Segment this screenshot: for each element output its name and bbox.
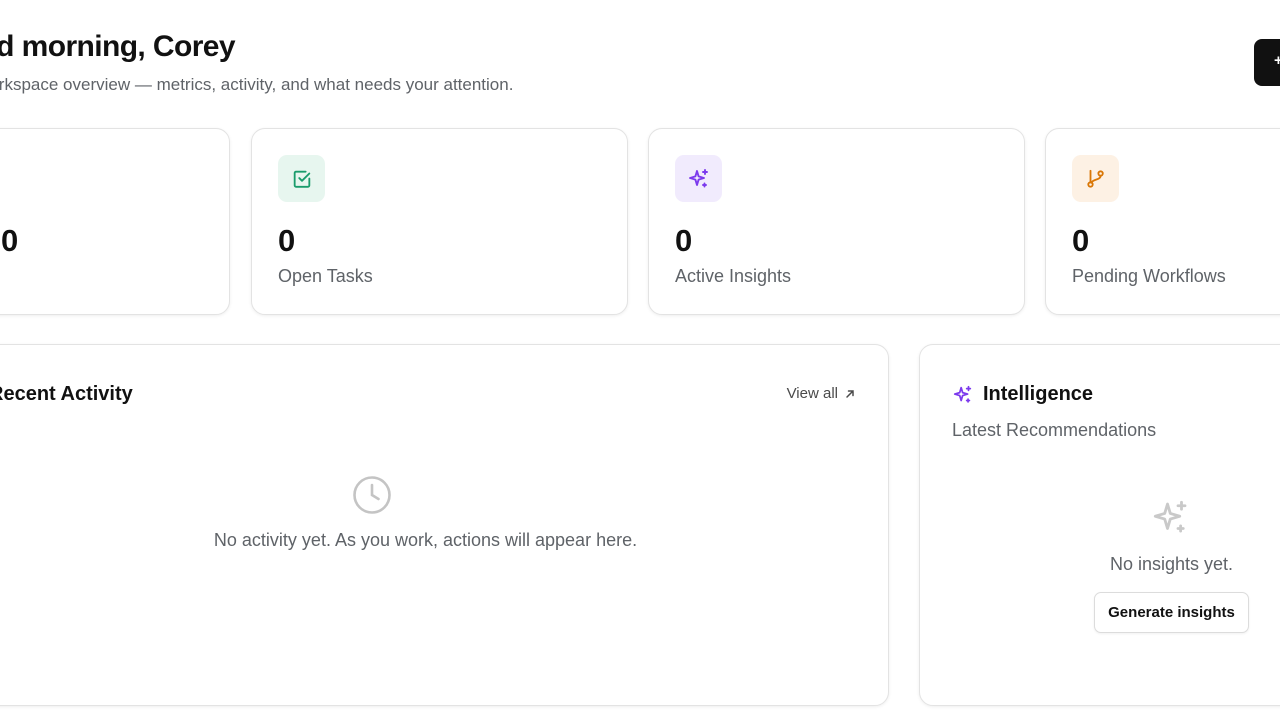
generate-insights-button[interactable]: Generate insights (1094, 592, 1249, 633)
git-branch-icon (1072, 155, 1119, 202)
stat-card-active-insights[interactable]: 0 Active Insights (648, 128, 1025, 315)
sparkles-icon (1150, 497, 1192, 544)
view-all-link[interactable]: View all (787, 385, 856, 402)
stat-card-partial: 0 (0, 128, 230, 315)
stat-label: Active Insights (675, 266, 792, 286)
new-button[interactable]: + New (1254, 39, 1280, 86)
page-subtitle: Your workspace overview — metrics, activ… (0, 75, 514, 94)
intelligence-title-label: Intelligence (983, 383, 1094, 405)
page-title: Good morning, Corey (0, 30, 236, 63)
recent-activity-panel: Recent Activity View all No activity yet… (0, 344, 889, 706)
stat-value: 0 (675, 223, 693, 258)
stat-label: Open Tasks (278, 266, 373, 286)
dashboard-viewport: Good morning, Corey Your workspace overv… (0, 0, 1280, 720)
stat-card-open-tasks[interactable]: 0 Open Tasks (251, 128, 628, 315)
stat-label: Pending Workflows (1072, 266, 1226, 286)
intelligence-panel: Intelligence Latest Recommendations No i… (919, 344, 1280, 706)
panel-subtitle: Latest Recommendations (952, 420, 1157, 440)
view-all-label: View all (786, 385, 838, 402)
checkbox-square-icon (278, 155, 325, 202)
sparkles-icon (675, 155, 722, 202)
stat-value: 0 (1072, 223, 1090, 258)
empty-state-text: No insights yet. (1110, 554, 1234, 574)
panel-title: Recent Activity (0, 383, 133, 405)
panel-title: Intelligence (952, 383, 1093, 406)
stat-value: 0 (278, 223, 296, 258)
arrow-up-right-icon (846, 389, 854, 398)
stat-card-pending-workflows[interactable]: 0 Pending Workflows (1045, 128, 1280, 315)
empty-state-text: No activity yet. As you work, actions wi… (213, 530, 638, 550)
clock-icon (352, 475, 392, 520)
sparkles-icon (953, 385, 972, 403)
stat-value: 0 (1, 223, 19, 258)
